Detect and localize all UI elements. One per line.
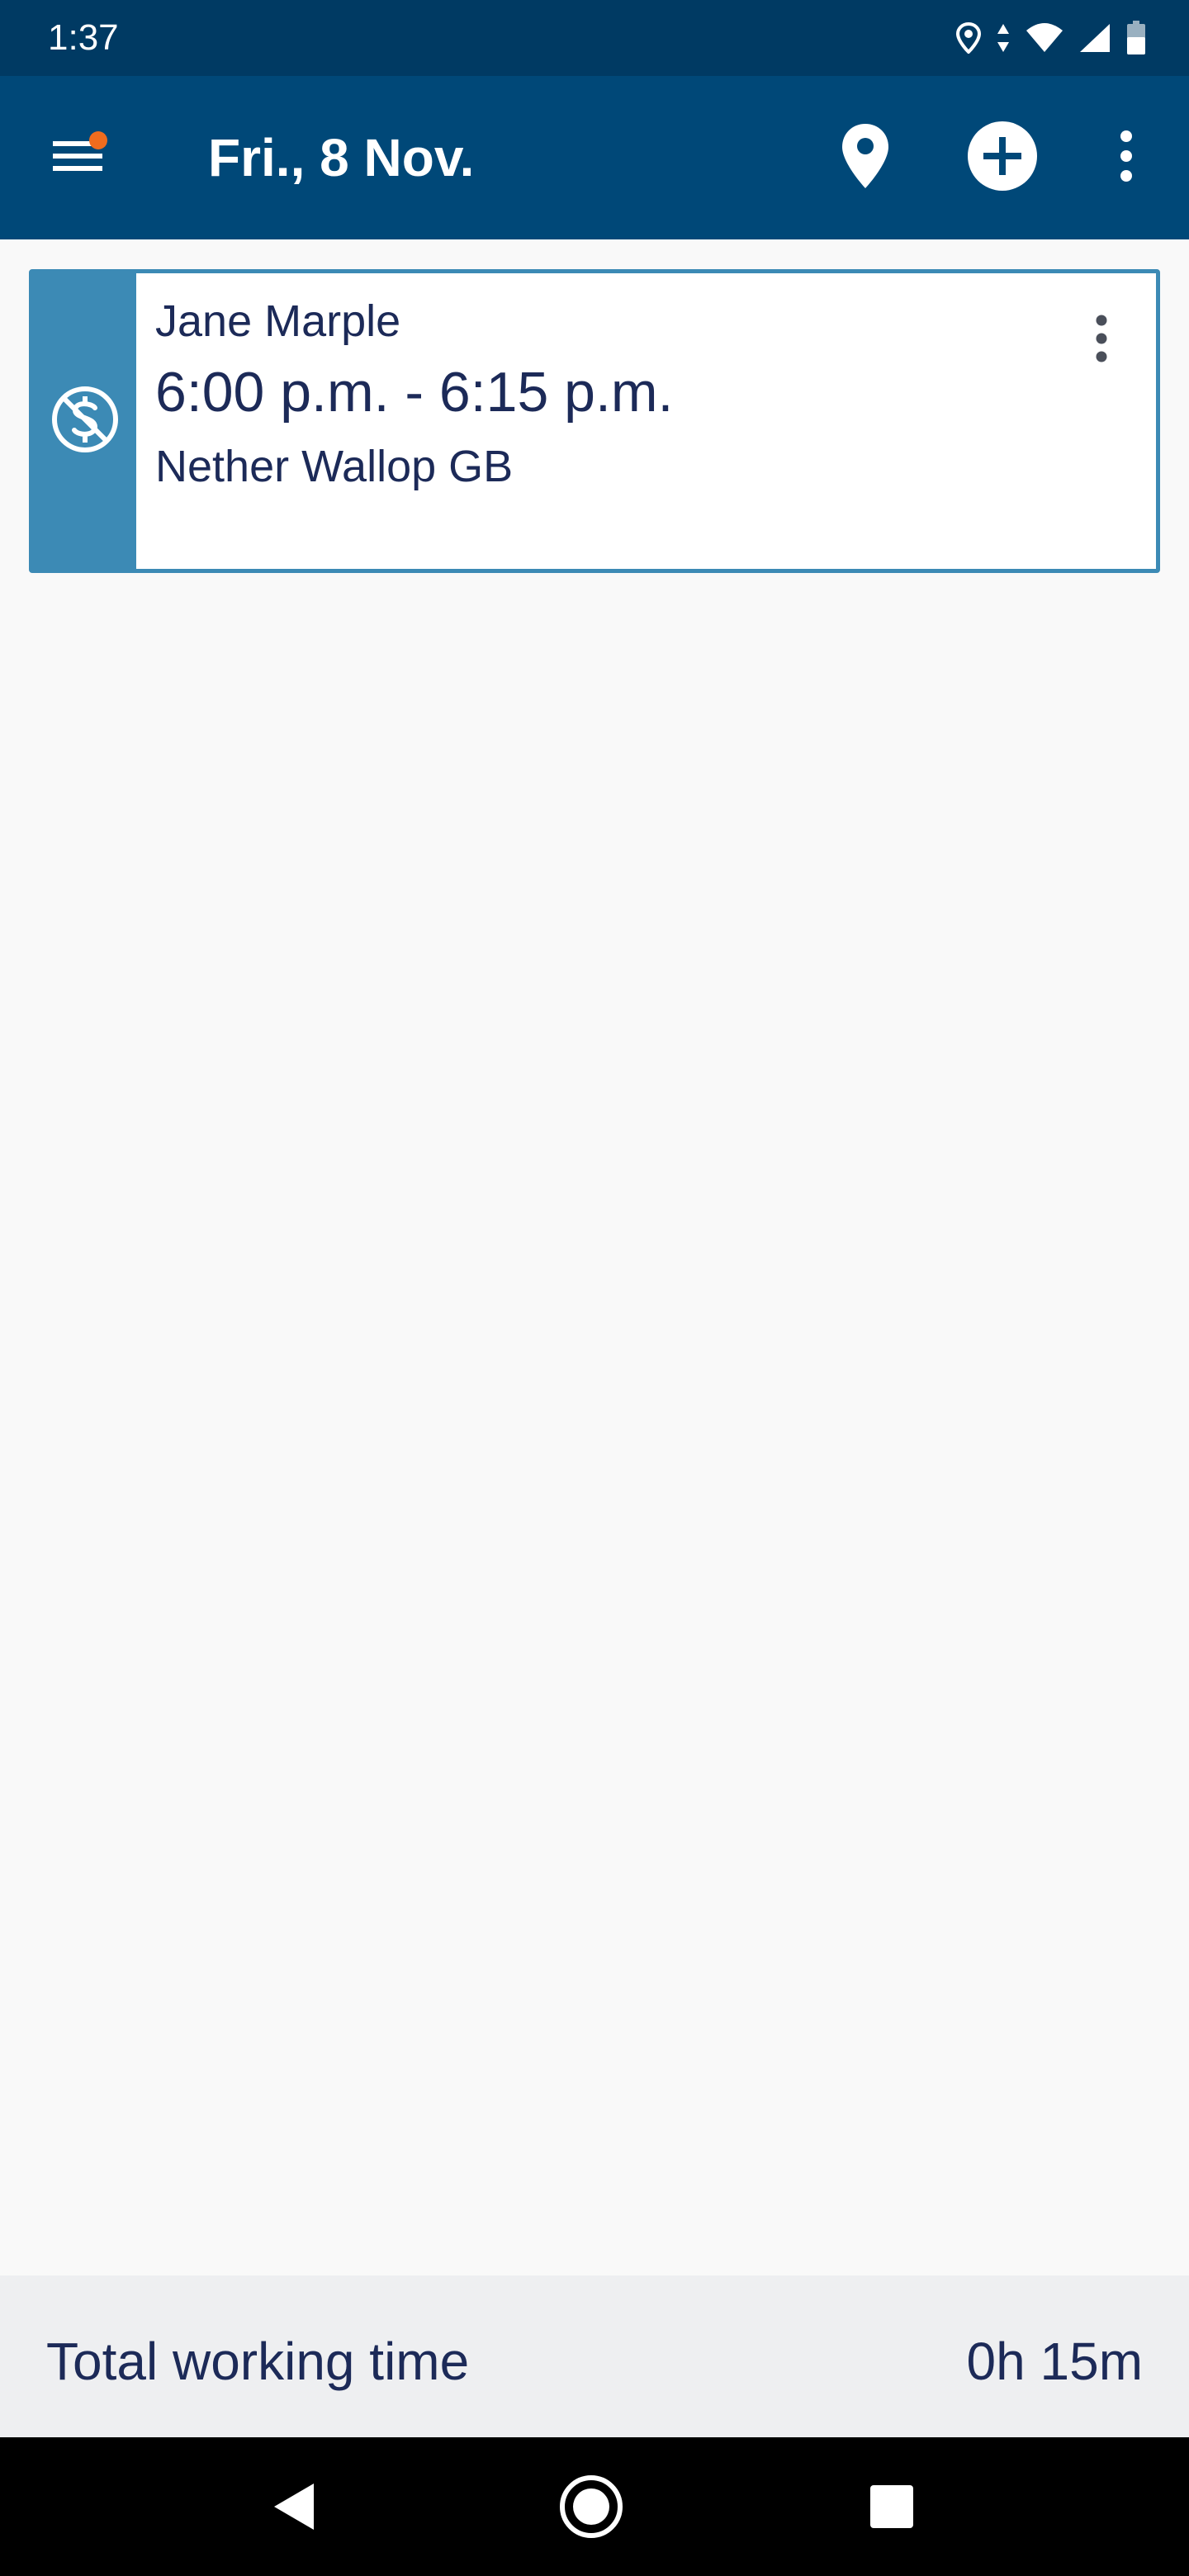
total-working-time-label: Total working time	[46, 2332, 470, 2391]
overflow-menu-button[interactable]	[1093, 116, 1159, 199]
appointment-name: Jane Marple	[155, 296, 401, 346]
system-nav-bar	[0, 2437, 1189, 2576]
add-circle-icon	[967, 121, 1038, 196]
status-bar: 1:37	[0, 0, 1189, 76]
location-button[interactable]	[824, 116, 907, 199]
appointment-card[interactable]: Jane Marple 6:00 p.m. - 6:15 p.m. Nether…	[29, 269, 1160, 573]
status-time: 1:37	[48, 17, 119, 58]
no-money-icon	[50, 385, 120, 458]
nav-recents-button[interactable]	[859, 2475, 925, 2541]
battery-icon	[1126, 21, 1146, 55]
more-vertical-icon	[1118, 130, 1135, 187]
total-working-time-bar: Total working time 0h 15m	[0, 2275, 1189, 2437]
notification-badge	[89, 131, 107, 149]
menu-button[interactable]	[36, 116, 119, 199]
card-status-strip	[33, 273, 136, 569]
recents-icon	[869, 2484, 915, 2534]
nav-home-button[interactable]	[557, 2474, 626, 2543]
back-icon	[271, 2482, 317, 2536]
appointment-location: Nether Wallop GB	[155, 442, 514, 491]
home-icon	[558, 2474, 624, 2544]
page-title: Fri., 8 Nov.	[208, 128, 475, 187]
location-icon	[956, 22, 981, 54]
data-arrows-icon	[996, 22, 1011, 54]
status-icons	[956, 17, 1146, 59]
nav-back-button[interactable]	[261, 2475, 327, 2541]
total-working-time-value: 0h 15m	[966, 2332, 1143, 2391]
wifi-icon	[1026, 22, 1063, 54]
appointment-more-button[interactable]	[1077, 303, 1126, 377]
signal-icon	[1078, 22, 1111, 54]
appointment-time: 6:00 p.m. - 6:15 p.m.	[155, 361, 674, 424]
more-vertical-icon	[1094, 314, 1109, 367]
add-appointment-button[interactable]	[961, 116, 1044, 199]
app-bar: Fri., 8 Nov.	[0, 76, 1189, 239]
map-pin-icon	[841, 122, 890, 194]
